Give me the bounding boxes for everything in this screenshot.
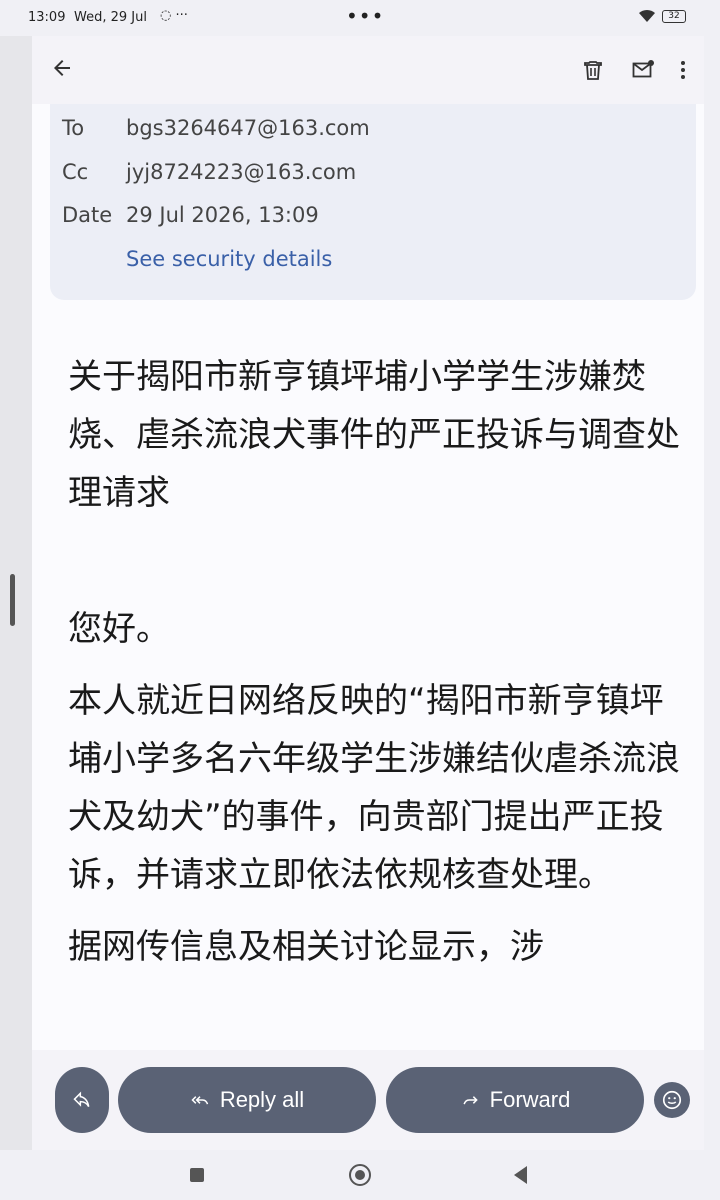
notification-icons: ◌ ··· — [160, 8, 188, 23]
email-paragraph: 本人就近日网络反映的“揭阳市新亨镇坪埔小学多名六年级学生涉嫌结伙虐杀流浪犬及幼犬… — [68, 681, 680, 895]
cc-label: Cc — [62, 160, 89, 184]
battery-icon: 32 — [662, 10, 686, 23]
delete-button[interactable] — [573, 50, 613, 90]
trash-icon — [584, 61, 602, 80]
mail-unread-icon — [632, 60, 654, 78]
reply-button[interactable] — [55, 1067, 109, 1133]
to-address[interactable]: bgs3264647@163.com — [126, 116, 370, 140]
reply-all-icon — [191, 1096, 209, 1105]
forward-icon — [463, 1096, 478, 1105]
message-details-card: To bgs3264647@163.com Cc jyj8724223@163.… — [50, 104, 696, 300]
to-label: To — [62, 116, 85, 140]
wifi-icon — [639, 9, 655, 22]
security-details-link[interactable]: See security details — [126, 247, 332, 271]
reply-icon — [73, 1091, 90, 1108]
email-body: 关于揭阳市新亨镇坪埔小学学生涉嫌焚烧、虐杀流浪犬事件的严正投诉与调查处理请求 您… — [68, 348, 688, 1050]
emoji-reaction-button[interactable] — [654, 1082, 690, 1118]
home-dot-icon — [355, 1170, 365, 1180]
email-paragraph: 据网传信息及相关讨论显示，涉 — [68, 927, 544, 967]
email-subject: 关于揭阳市新亨镇坪埔小学学生涉嫌焚烧、虐杀流浪犬事件的严正投诉与调查处理请求 — [68, 357, 680, 513]
status-time: 13:09 — [28, 10, 66, 25]
forward-button[interactable]: Forward — [386, 1067, 644, 1133]
forward-label: Forward — [489, 1087, 571, 1112]
recents-button[interactable] — [190, 1168, 204, 1182]
right-margin — [704, 36, 720, 1200]
system-back-button[interactable] — [514, 1166, 527, 1184]
more-options-button[interactable] — [668, 50, 698, 90]
reply-all-button[interactable]: Reply all — [118, 1067, 376, 1133]
status-bar: 13:09 Wed, 29 Jul ◌ ··· ••• 32 — [0, 0, 720, 36]
mark-unread-button[interactable] — [623, 50, 663, 90]
arrow-left-icon — [54, 60, 70, 76]
multiwindow-dots-icon[interactable]: ••• — [346, 4, 384, 28]
date-value: 29 Jul 2026, 13:09 — [126, 203, 319, 227]
back-button[interactable] — [42, 48, 82, 88]
side-panel-handle[interactable] — [10, 574, 15, 626]
cc-address[interactable]: jyj8724223@163.com — [126, 160, 356, 184]
email-greeting: 您好。 — [68, 609, 170, 649]
status-date: Wed, 29 Jul — [74, 10, 147, 25]
side-edge-strip — [0, 36, 32, 1200]
emoji-icon — [662, 1090, 682, 1110]
more-vert-icon — [681, 61, 685, 79]
date-label: Date — [62, 203, 113, 227]
reply-all-label: Reply all — [219, 1087, 305, 1112]
